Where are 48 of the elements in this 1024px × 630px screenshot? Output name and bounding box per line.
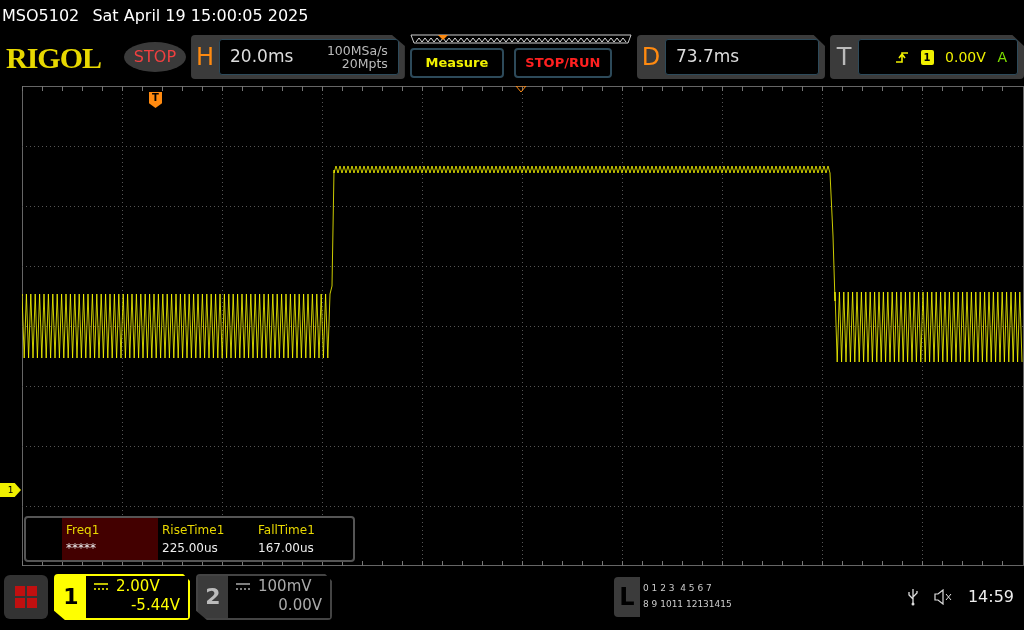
dc-coupling-icon (236, 582, 250, 591)
stop-run-button[interactable]: STOP/RUN (513, 48, 612, 78)
usb-icon (907, 588, 918, 606)
trigger-time-marker: T (149, 92, 162, 108)
measurement-value: 225.00us (162, 540, 219, 557)
measurement-name: FallTime1 (258, 522, 316, 539)
timebase-field[interactable]: 20.0ms 100MSa/s 20Mpts (219, 39, 399, 75)
speaker-muted-icon[interactable] (933, 589, 952, 605)
measurement-name: Freq1 (66, 522, 101, 539)
trigger-level: 0.00V (945, 47, 986, 67)
trigger-mode: A (997, 47, 1007, 67)
channel-number: 1 (56, 576, 86, 618)
delay-field[interactable]: 73.7ms (664, 39, 819, 75)
measurement-cell[interactable]: Freq1 ***** (62, 518, 158, 560)
model-name: MSO5102 (2, 6, 80, 25)
measure-button[interactable]: Measure (409, 48, 504, 78)
measurement-value: 167.00us (258, 540, 315, 557)
measurement-value: ***** (66, 540, 97, 557)
channel-scale: 2.00V (116, 577, 160, 596)
timebase-value: 20.0ms (230, 45, 294, 69)
channel-offset: -5.44V (129, 596, 180, 615)
trigger-label: T (835, 42, 853, 73)
delay-label: D (640, 42, 662, 73)
trigger-source-badge: 1 (920, 49, 934, 65)
dc-coupling-icon (94, 582, 108, 591)
channel-offset: 0.00V (277, 596, 322, 615)
channel-scale: 100mV (258, 577, 312, 596)
channel-marker: 1 (0, 483, 21, 497)
channel-panel[interactable]: 1 2.00V -5.44V (54, 574, 190, 620)
date-time: Sat April 19 15:00:05 2025 (92, 6, 309, 25)
delay-value: 73.7ms (675, 45, 740, 69)
menu-grid-icon[interactable] (4, 575, 48, 619)
memory-depth: 20Mpts (341, 57, 388, 70)
channel-number: 2 (198, 576, 228, 618)
brand-logo: RIGOL (6, 39, 103, 76)
trigger-position-marker (515, 86, 527, 93)
measurement-name: RiseTime1 (162, 522, 226, 539)
channel-panel[interactable]: 2 100mV 0.00V (196, 574, 332, 620)
trigger-field[interactable]: 1 0.00V A (857, 39, 1018, 75)
logic-channels-row-text: 0 1 2 3 4 5 6 7 (643, 582, 713, 595)
measurement-cell[interactable]: FallTime1 167.00us (254, 518, 350, 560)
measurement-cell[interactable]: RiseTime1 225.00us (158, 518, 254, 560)
clock: 14:59 (967, 586, 1014, 608)
horizontal-label: H (195, 42, 216, 73)
rising-edge-icon (894, 50, 909, 64)
logic-channels-row-text: 8 9 1011 12131415 (643, 598, 733, 611)
logic-label: L (618, 582, 636, 613)
sample-rate: 100MSa/s (326, 44, 388, 57)
